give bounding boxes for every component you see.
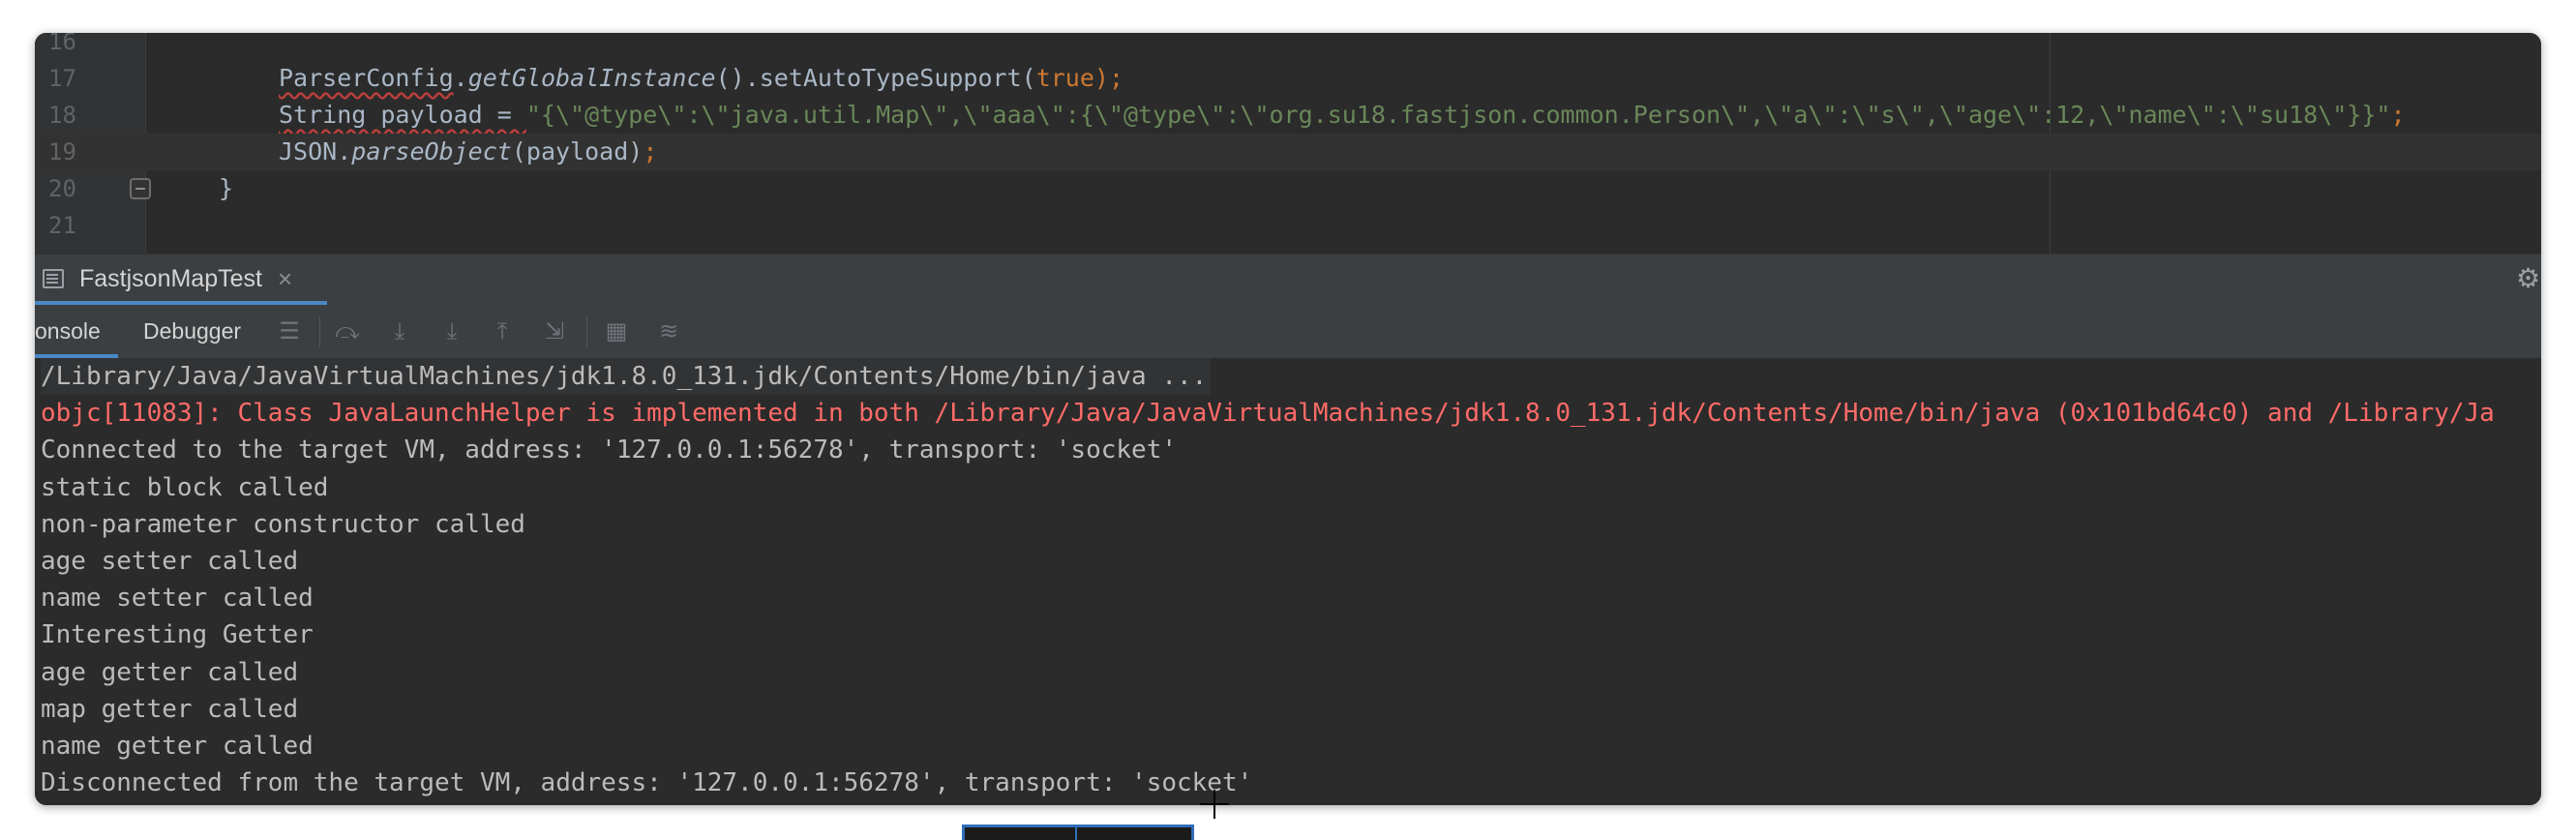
toolbar-divider [586, 316, 587, 347]
console-line: name setter called [41, 584, 314, 614]
code-token: ; [643, 137, 658, 165]
move-cursor-icon [1200, 790, 1229, 819]
code-line: 18 String payload = "{\"@type\":\"java.ut… [35, 97, 2541, 134]
code-text: } [219, 170, 233, 207]
console-error-line: objc[11083]: Class JavaLaunchHelper is i… [41, 399, 2495, 429]
code-token: getGlobalInstance [467, 64, 716, 92]
menu-icon[interactable]: ☰ [277, 318, 302, 344]
tab-console[interactable]: onsole [35, 305, 118, 358]
code-line: 21 [35, 207, 2541, 244]
run-tab-fastjsonmaptest[interactable]: FastjsonMapTest × [35, 255, 364, 303]
toolbar-divider [319, 316, 320, 347]
trace-icon[interactable]: ≋ [656, 318, 681, 344]
console-line: static block called [41, 472, 329, 502]
code-line: 20} [35, 170, 2541, 207]
line-number: 17 [48, 65, 76, 92]
line-number: 20 [48, 175, 76, 202]
code-token: "{\"@type\":\"java.util.Map\",\"aaa\":{\… [525, 101, 2391, 129]
run-to-cursor-icon[interactable]: ⇲ [542, 318, 567, 344]
console-line: age getter called [41, 657, 299, 687]
code-token: ); [1093, 64, 1124, 92]
step-over-icon[interactable]: ⤼ [335, 318, 360, 344]
console-line: Interesting Getter [41, 620, 314, 650]
tab-debugger[interactable]: Debugger [143, 305, 241, 358]
fold-icon[interactable] [130, 178, 151, 199]
run-tool-window-header: FastjsonMapTest × ⚙ [35, 254, 2541, 306]
line-number: 19 [48, 138, 76, 165]
gear-icon[interactable]: ⚙ [2516, 265, 2541, 292]
force-step-into-icon[interactable]: ⤓ [439, 318, 464, 344]
ide-window: 16 17 ParserConfig.getGlobalInstance().set… [35, 33, 2541, 805]
code-token: ; [2390, 101, 2406, 129]
step-into-icon[interactable]: ⤓ [387, 318, 412, 344]
code-token: JSON. [279, 137, 352, 165]
code-editor[interactable]: 16 17 ParserConfig.getGlobalInstance().set… [35, 33, 2541, 254]
console-line: non-parameter constructor called [41, 509, 525, 539]
code-text: JSON.parseObject(payload); [279, 134, 657, 170]
window-thumbnail[interactable] [962, 825, 1194, 840]
code-token: true [1035, 64, 1094, 92]
console-line: map getter called [41, 694, 299, 724]
console-output[interactable]: /Library/Java/JavaVirtualMachines/jdk1.8… [35, 358, 2541, 805]
code-token: ParserConfig [279, 64, 454, 92]
line-number: 16 [48, 33, 76, 55]
code-line: 19 JSON.parseObject(payload); [35, 134, 2541, 170]
code-token: ().setAutoTypeSupport( [715, 64, 1036, 92]
line-number: 18 [48, 102, 76, 129]
code-text: ParserConfig.getGlobalInstance().setAuto… [279, 60, 1123, 97]
close-icon[interactable]: × [278, 266, 292, 291]
console-command-line: /Library/Java/JavaVirtualMachines/jdk1.8… [41, 358, 1212, 395]
line-number: 21 [48, 212, 76, 239]
code-token: parseObject [351, 137, 512, 165]
console-line: name getter called [41, 732, 314, 761]
console-line: Connected to the target VM, address: '12… [41, 435, 1177, 465]
step-out-icon[interactable]: ⤒ [490, 318, 515, 344]
code-text: String payload = "{\"@type\":\"java.util… [279, 97, 2406, 134]
code-token: (payload) [511, 137, 644, 165]
console-icon [43, 269, 64, 288]
code-token: } [219, 174, 234, 202]
console-line: age setter called [41, 547, 299, 576]
run-tab-label: FastjsonMapTest [79, 264, 262, 292]
debug-toolbar: onsole Debugger ☰ ⤼ ⤓ ⤓ ⤒ ⇲ ▦ ≋ [35, 305, 2541, 359]
code-line: 17 ParserConfig.getGlobalInstance().setAu… [35, 60, 2541, 97]
code-line: 16 [35, 33, 2541, 60]
code-token: . [453, 64, 468, 92]
code-token: String payload = [279, 101, 526, 129]
console-line: Disconnected from the target VM, address… [41, 768, 1253, 798]
evaluate-expression-icon[interactable]: ▦ [604, 318, 629, 344]
